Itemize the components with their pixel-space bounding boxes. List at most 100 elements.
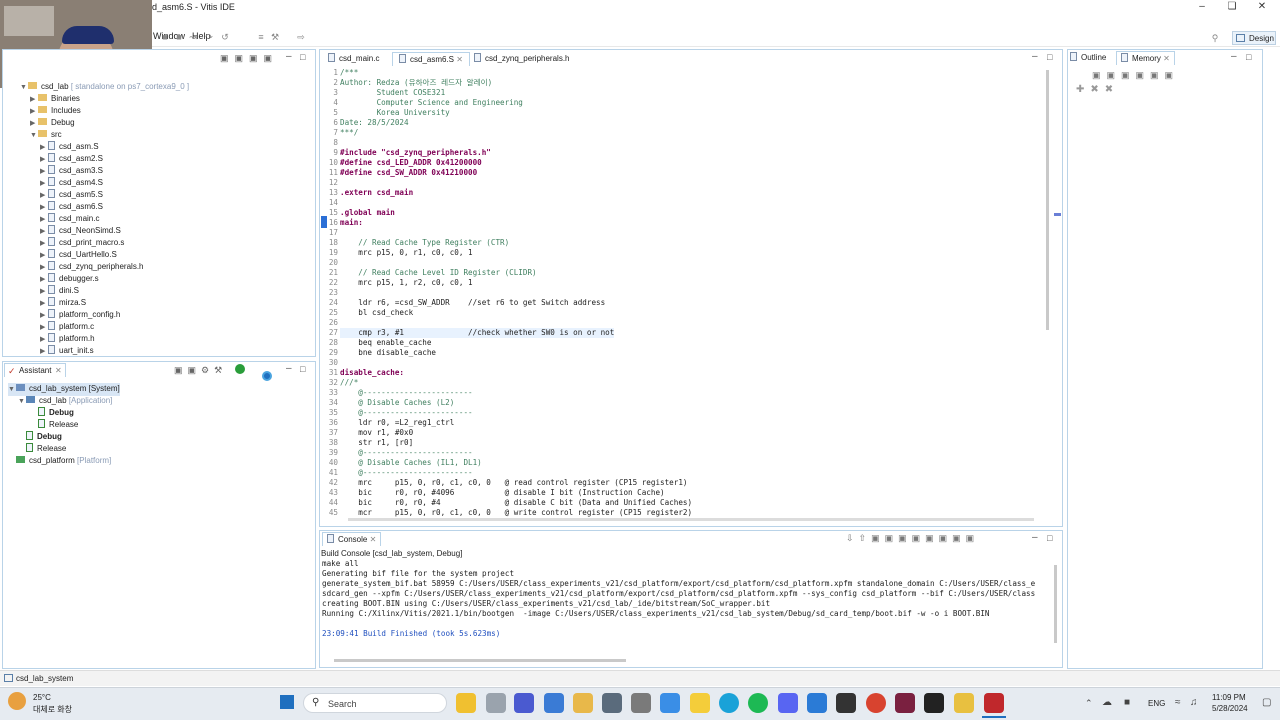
close-icon[interactable]: ✕	[1252, 1, 1272, 13]
outline-minimize-icon[interactable]: –	[1231, 51, 1237, 62]
toolbar-forward-icon[interactable]: ⇨	[296, 32, 306, 42]
wifi-icon[interactable]: ≈	[1175, 697, 1181, 708]
close-icon[interactable]: ✕	[456, 55, 463, 64]
vivado-icon[interactable]	[895, 693, 915, 713]
maximize-icon[interactable]: ❏	[1222, 1, 1242, 13]
clock-date[interactable]: 5/28/2024	[1212, 704, 1248, 713]
memory-add-remove-icons[interactable]: ✚✖✖	[1076, 84, 1119, 95]
explorer-maximize-icon[interactable]: □	[300, 52, 305, 62]
vitis-icon[interactable]	[984, 693, 1004, 713]
explorer-toolbar-icons[interactable]: ▣▣▣▣	[220, 53, 278, 64]
f-app-icon[interactable]	[836, 693, 856, 713]
tab-memory[interactable]: Memory ✕	[1116, 51, 1175, 65]
weather-icon[interactable]	[8, 692, 26, 710]
tab-outline[interactable]: Outline	[1070, 52, 1106, 62]
language-indicator[interactable]: ENG	[1148, 699, 1165, 708]
toolbar-step-return-icon[interactable]: ↺	[220, 32, 230, 42]
sticky-notes-icon[interactable]	[690, 693, 710, 713]
chevron-up-icon[interactable]: ⌃	[1085, 698, 1093, 709]
app-red-icon[interactable]	[866, 693, 886, 713]
tree-system-debug[interactable]: Debug	[26, 431, 62, 443]
assistant-maximize-icon[interactable]: □	[300, 364, 305, 374]
code-line: @ Disable Caches (L2)	[340, 398, 455, 407]
toolbar-step-icon[interactable]: ↝	[188, 32, 198, 42]
editor-maximize-icon[interactable]: □	[1047, 52, 1052, 62]
edge-icon[interactable]	[719, 693, 739, 713]
tab-console[interactable]: Console ✕	[322, 532, 382, 546]
tree-file-label: csd_asm6.S	[59, 202, 104, 211]
tree-file-label: platform.c	[59, 322, 95, 331]
photos-icon[interactable]	[602, 693, 622, 713]
line-number: 3	[333, 88, 338, 97]
assistant-minimize-icon[interactable]: –	[286, 363, 292, 374]
toolbar-debug-icon[interactable]: ■	[160, 32, 170, 42]
console-minimize-icon[interactable]: –	[1032, 532, 1038, 543]
tab-csd-asm6-s[interactable]: csd_asm6.S ✕	[392, 52, 470, 66]
close-icon[interactable]: ✕	[370, 535, 377, 544]
memory-toolbar-icons[interactable]: ▣▣▣▣▣▣	[1092, 70, 1179, 81]
line-number: 6	[333, 118, 338, 127]
code-line: @------------------------	[340, 448, 473, 457]
editor-minimize-icon[interactable]: –	[1032, 51, 1038, 62]
assistant-toolbar-icons[interactable]: ▣▣⚙⚒	[174, 365, 227, 376]
toolbar-tools-icon[interactable]: ⚒	[270, 32, 280, 42]
tree-platform[interactable]: csd_platform [Platform]	[16, 455, 111, 467]
line-number: 14	[328, 198, 338, 207]
toolbar-stop-icon[interactable]: ■	[174, 32, 184, 42]
outline-pane	[1067, 49, 1263, 669]
taskview-icon[interactable]	[486, 693, 506, 713]
cloud-icon[interactable]: ☁	[1102, 697, 1112, 708]
console-output[interactable]: make all Generating bif file for the syst…	[322, 559, 1035, 639]
project-icon	[28, 82, 37, 89]
system-label: csd_lab_system	[29, 384, 87, 393]
vitis-hls-icon[interactable]	[954, 693, 974, 713]
terminal-icon[interactable]	[924, 693, 944, 713]
code-line: mov r1, #0x0	[340, 428, 414, 437]
line-number: 18	[328, 238, 338, 247]
tab-csd-zynq-peripherals-h[interactable]: csd_zynq_peripherals.h	[468, 52, 576, 66]
toolbar-step-over-icon[interactable]: ↷	[204, 32, 214, 42]
taskbar-search[interactable]: ⚲ Search	[303, 693, 447, 713]
line-number: 21	[328, 268, 338, 277]
search-icon[interactable]: ⚲	[1210, 33, 1220, 43]
console-scrollbar[interactable]	[1054, 565, 1057, 643]
minimize-icon[interactable]: –	[1192, 1, 1212, 13]
calculator-icon[interactable]	[631, 693, 651, 713]
source-file-icon	[48, 213, 55, 222]
tree-system-release[interactable]: Release	[26, 443, 66, 455]
editor-scrollbar[interactable]	[1046, 70, 1049, 330]
tab-csd-main-c[interactable]: csd_main.c	[322, 52, 385, 66]
file-explorer-icon[interactable]	[573, 693, 593, 713]
tab-assistant[interactable]: ✓ Assistant ✕	[4, 363, 66, 377]
toolbar-format-icon[interactable]: ≡	[256, 32, 266, 42]
tree-app-release[interactable]: Release	[38, 419, 78, 431]
design-perspective-button[interactable]: Design	[1232, 31, 1276, 45]
outline-maximize-icon[interactable]: □	[1246, 52, 1251, 62]
code-line: mrc p15, 0, r0, c1, c0, 0 @ read control…	[340, 478, 688, 487]
mail-icon[interactable]	[660, 693, 680, 713]
vscode-icon[interactable]	[807, 693, 827, 713]
start-icon[interactable]	[280, 695, 294, 709]
line-number: 27	[328, 328, 338, 337]
console-maximize-icon[interactable]: □	[1047, 533, 1052, 543]
teams-icon[interactable]	[514, 693, 534, 713]
tray-icon[interactable]: ■	[1124, 697, 1130, 708]
explorer-minimize-icon[interactable]: –	[286, 51, 292, 62]
close-icon[interactable]: ✕	[1163, 54, 1170, 63]
editor-hscrollbar[interactable]	[348, 518, 1034, 521]
spotify-icon[interactable]	[748, 693, 768, 713]
close-icon[interactable]: ✕	[55, 366, 62, 375]
volume-icon[interactable]: ♫	[1190, 697, 1198, 708]
taskbar-app-icon[interactable]	[456, 693, 476, 713]
code-editor[interactable]: 1/*** 2 Author: Redza (유하아즈 레드자 알레이) 3 Stud…	[321, 67, 1045, 517]
console-hscrollbar[interactable]	[334, 659, 626, 662]
notification-icon[interactable]: ▢	[1262, 697, 1271, 708]
code-line: str r1, [r0]	[340, 438, 414, 447]
console-toolbar-icons[interactable]: ⇩⇧▣▣▣▣▣▣▣▣	[846, 533, 979, 544]
pen-icon[interactable]	[544, 693, 564, 713]
tree-file-item[interactable]: ▶ uart_init.s	[40, 345, 94, 358]
discord-icon[interactable]	[778, 693, 798, 713]
tree-app-debug[interactable]: Debug	[38, 407, 74, 419]
clock-time[interactable]: 11:09 PM	[1212, 693, 1246, 702]
run-icon[interactable]	[235, 364, 245, 374]
